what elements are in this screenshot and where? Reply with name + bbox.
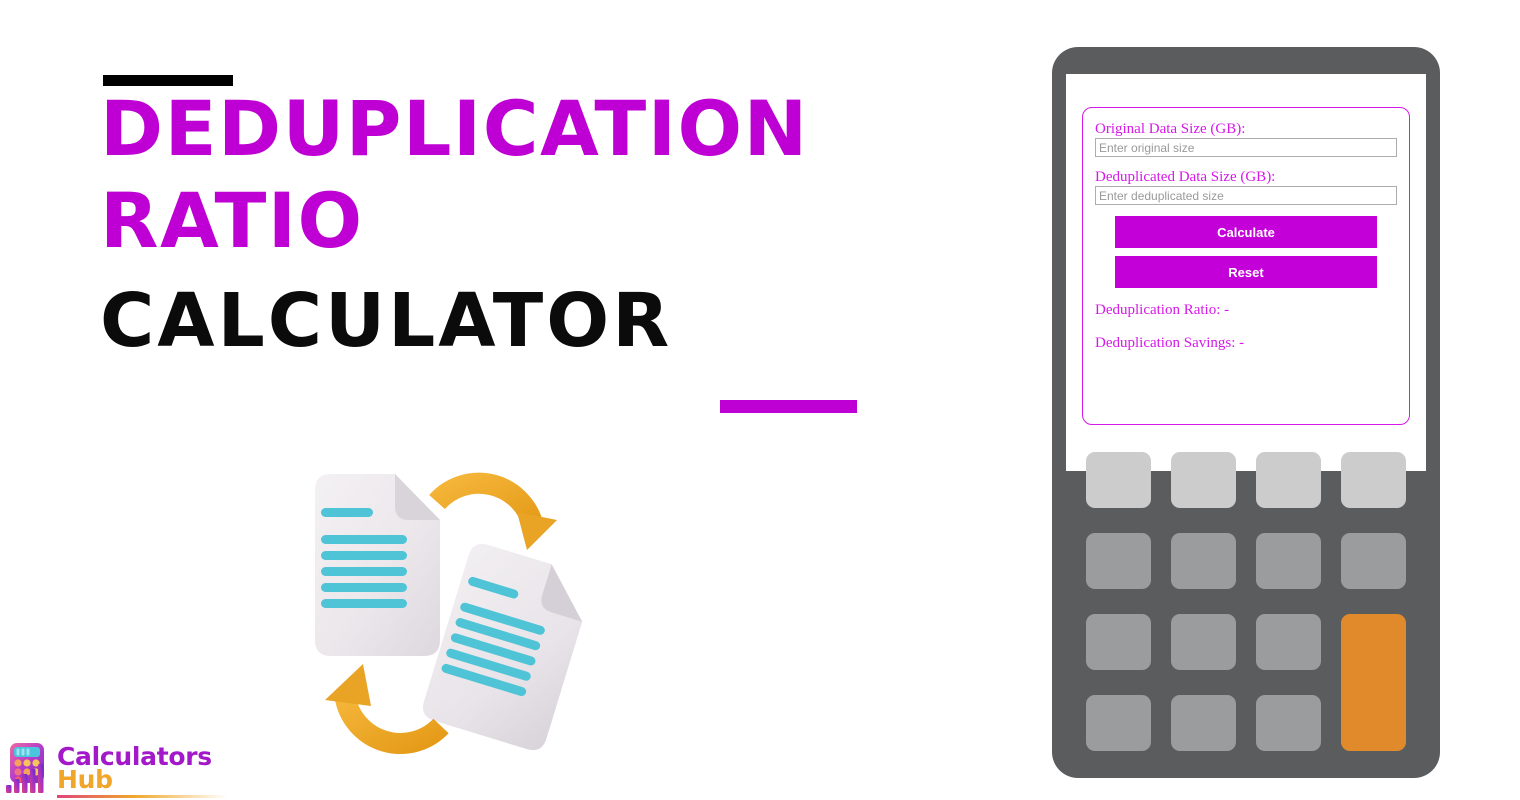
- deduplicated-size-label: Deduplicated Data Size (GB):: [1095, 169, 1276, 185]
- calculator-bar-chart-logo-icon: [4, 741, 52, 795]
- keypad-key-r4c1[interactable]: [1086, 695, 1151, 751]
- keypad-key-accent-equals[interactable]: [1341, 614, 1406, 751]
- title-line-3: Calculator: [100, 277, 673, 364]
- keypad-key-r1c4[interactable]: [1341, 452, 1406, 508]
- original-size-input[interactable]: [1095, 138, 1397, 157]
- calculator-device: Original Data Size (GB): Deduplicated Da…: [1052, 47, 1440, 778]
- deduplication-calculator-form: Original Data Size (GB): Deduplicated Da…: [1082, 107, 1410, 425]
- original-size-label: Original Data Size (GB):: [1095, 121, 1246, 137]
- keypad-key-r2c2[interactable]: [1171, 533, 1236, 589]
- brand-word-hub: Hub: [57, 765, 113, 794]
- title-line-2: Ratio: [100, 176, 364, 266]
- deduplication-ratio-result: Deduplication Ratio: -: [1095, 302, 1230, 318]
- keypad-key-r3c1[interactable]: [1086, 614, 1151, 670]
- page-title: Deduplication Ratio Calculator: [100, 84, 980, 364]
- keypad-key-r2c4[interactable]: [1341, 533, 1406, 589]
- title-bottom-rule: [720, 400, 857, 413]
- keypad-key-r3c3[interactable]: [1256, 614, 1321, 670]
- keypad-key-r4c3[interactable]: [1256, 695, 1321, 751]
- calculate-button[interactable]: Calculate: [1115, 216, 1377, 248]
- keypad-key-r3c2[interactable]: [1171, 614, 1236, 670]
- hero-panel: Deduplication Ratio Calculator: [0, 0, 1020, 800]
- title-line-1: Deduplication: [100, 84, 809, 173]
- keypad-key-r1c2[interactable]: [1171, 452, 1236, 508]
- documents-sync-illustration: [285, 450, 615, 790]
- keypad-key-r1c3[interactable]: [1256, 452, 1321, 508]
- calculator-screen: Original Data Size (GB): Deduplicated Da…: [1066, 74, 1426, 471]
- deduplication-savings-result: Deduplication Savings: -: [1095, 335, 1245, 351]
- calculator-keypad: [1086, 452, 1406, 752]
- reset-button[interactable]: Reset: [1115, 256, 1377, 288]
- keypad-key-r1c1[interactable]: [1086, 452, 1151, 508]
- arrow-clockwise-top: [429, 472, 557, 550]
- keypad-key-r4c2[interactable]: [1171, 695, 1236, 751]
- document-back: [315, 474, 440, 656]
- brand-logo[interactable]: Calculators Hub: [4, 737, 227, 799]
- deduplicated-size-input[interactable]: [1095, 186, 1397, 205]
- documents-sync-icon: [315, 472, 583, 754]
- keypad-key-r2c1[interactable]: [1086, 533, 1151, 589]
- keypad-key-r2c3[interactable]: [1256, 533, 1321, 589]
- brand-wordmark: Calculators Hub: [57, 744, 227, 798]
- brand-underline: [57, 794, 227, 798]
- document-front: [423, 543, 583, 751]
